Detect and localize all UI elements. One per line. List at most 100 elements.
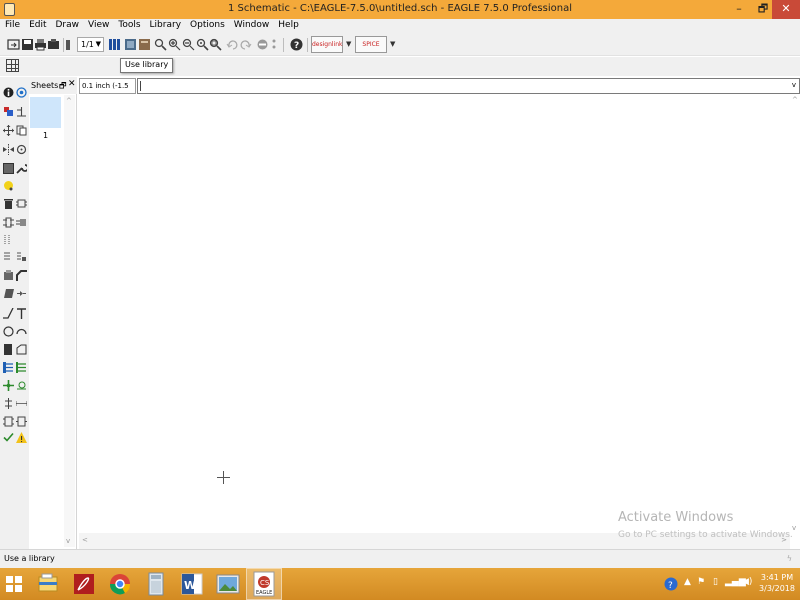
chevron-down-icon[interactable]: v	[792, 81, 796, 89]
menu-file[interactable]: File	[0, 19, 24, 30]
calculator-icon[interactable]	[138, 568, 174, 600]
chevron-up-icon[interactable]: ^	[792, 96, 798, 104]
help-tray-icon[interactable]: ?	[664, 577, 678, 591]
battery-icon[interactable]: ▯	[713, 577, 718, 587]
zoom-in-icon[interactable]	[168, 38, 181, 51]
board-icon[interactable]	[124, 38, 137, 51]
chevron-left-icon[interactable]: <	[82, 536, 88, 544]
spice-button[interactable]: SPICE	[355, 36, 387, 53]
mark-icon[interactable]	[16, 106, 27, 117]
close-icon[interactable]: ✕	[68, 79, 76, 89]
chevron-up-icon[interactable]: ^	[66, 97, 72, 105]
chevron-down-icon[interactable]: ▼	[390, 40, 395, 48]
adobe-acrobat-icon[interactable]	[66, 568, 102, 600]
copy-icon[interactable]	[16, 125, 27, 136]
use-library-icon[interactable]	[108, 38, 121, 51]
chevron-down-icon[interactable]: v	[66, 537, 70, 545]
menu-library[interactable]: Library	[145, 19, 185, 30]
taskbar-clock[interactable]: 3:41 PM 3/3/2018	[758, 572, 796, 594]
file-explorer-icon[interactable]	[30, 568, 66, 600]
go-icon[interactable]	[271, 38, 277, 51]
sheet-select[interactable]: 1/1 ▼	[77, 37, 104, 52]
change-icon[interactable]	[16, 163, 27, 174]
windows-start-icon[interactable]	[6, 576, 22, 592]
cam-processor-icon[interactable]	[47, 38, 60, 51]
pin-icon[interactable]	[16, 416, 27, 427]
vertical-scrollbar[interactable]: ^ v	[790, 95, 800, 533]
pin-icon[interactable]: 🗗	[59, 80, 67, 94]
show-hidden-icons-icon[interactable]: ▲	[684, 577, 691, 587]
pinswap-icon[interactable]	[3, 217, 14, 228]
sheet-number[interactable]: 1	[30, 129, 61, 143]
dimension-icon[interactable]	[16, 398, 27, 409]
gateswap-icon[interactable]	[16, 217, 27, 228]
circle-icon[interactable]	[3, 326, 14, 337]
attribute-icon[interactable]	[3, 398, 14, 409]
bus-icon[interactable]	[3, 362, 14, 373]
chevron-down-icon[interactable]: ▼	[346, 40, 351, 48]
command-input[interactable]: v	[137, 78, 800, 94]
group-icon[interactable]	[3, 163, 14, 174]
redraw-icon[interactable]	[196, 38, 209, 51]
miter-icon[interactable]	[16, 270, 27, 281]
zoom-fit-icon[interactable]	[154, 38, 167, 51]
frame-icon[interactable]	[3, 416, 14, 427]
menu-draw[interactable]: Draw	[51, 19, 84, 30]
design-link-button[interactable]: designlink	[311, 36, 343, 53]
open-icon[interactable]	[7, 38, 20, 51]
menu-tools[interactable]: Tools	[113, 19, 144, 30]
name-icon[interactable]	[3, 251, 14, 262]
grid-icon[interactable]	[6, 59, 19, 72]
chrome-icon[interactable]	[102, 568, 138, 600]
warning-icon[interactable]	[16, 432, 27, 443]
menu-edit[interactable]: Edit	[24, 19, 50, 30]
help-icon[interactable]: ?	[290, 38, 303, 51]
junction-icon[interactable]	[3, 380, 14, 391]
sheet-thumbnail[interactable]	[30, 97, 61, 128]
info-icon[interactable]	[3, 87, 14, 98]
print-icon[interactable]	[34, 38, 47, 51]
wire-icon[interactable]	[3, 308, 14, 319]
save-icon[interactable]	[21, 38, 34, 51]
label-icon[interactable]	[16, 380, 27, 391]
minimize-button[interactable]: –	[728, 0, 750, 19]
menu-window[interactable]: Window	[229, 19, 274, 30]
menu-view[interactable]: View	[83, 19, 113, 30]
menu-help[interactable]: Help	[273, 19, 303, 30]
word-icon[interactable]: W	[174, 568, 210, 600]
photo-viewer-icon[interactable]	[210, 568, 246, 600]
add-icon[interactable]	[16, 198, 27, 209]
polygon-icon[interactable]	[16, 344, 27, 355]
invoke-icon[interactable]	[16, 288, 27, 299]
move-icon[interactable]	[3, 125, 14, 136]
arc-icon[interactable]	[16, 326, 27, 337]
redo-icon[interactable]	[239, 38, 252, 51]
schematic-canvas[interactable]	[79, 95, 790, 533]
value-icon[interactable]	[16, 251, 27, 262]
undo-icon[interactable]	[226, 38, 239, 51]
erc-icon[interactable]	[3, 432, 14, 443]
script-icon[interactable]	[138, 38, 151, 51]
eagle-taskbar-button[interactable]: CS EAGLE	[246, 568, 282, 600]
text-icon[interactable]	[16, 308, 27, 319]
rect-icon[interactable]	[3, 344, 14, 355]
close-button[interactable]: ✕	[772, 0, 800, 19]
sheets-scrollbar[interactable]: ^ v	[64, 95, 75, 547]
flag-icon[interactable]: ⚑	[697, 577, 705, 587]
replace-icon[interactable]	[3, 234, 14, 245]
rotate-icon[interactable]	[16, 144, 27, 155]
paste-icon[interactable]	[3, 180, 14, 191]
stop-icon[interactable]	[256, 38, 269, 51]
restore-button[interactable]: 🗗	[752, 0, 774, 19]
mirror-icon[interactable]	[3, 144, 14, 155]
volume-icon[interactable]: ◀)	[742, 577, 752, 587]
net-icon[interactable]	[16, 362, 27, 373]
zoom-out-icon[interactable]	[182, 38, 195, 51]
menu-options[interactable]: Options	[185, 19, 229, 30]
zoom-select-icon[interactable]	[209, 38, 222, 51]
display-icon[interactable]	[3, 106, 14, 117]
smash-icon[interactable]	[3, 270, 14, 281]
split-icon[interactable]	[3, 288, 14, 299]
show-icon[interactable]	[16, 87, 27, 98]
delete-icon[interactable]	[3, 198, 14, 209]
